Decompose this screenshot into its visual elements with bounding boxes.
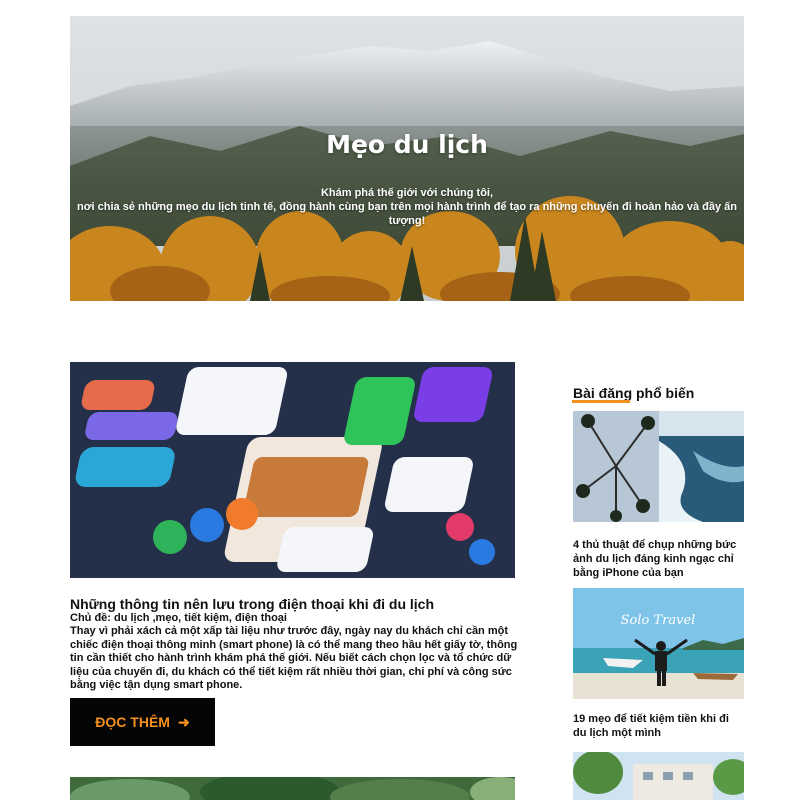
hero-banner: Mẹo du lịch Khám phá thế giới với chúng … [70,16,744,301]
hero-subtitle-line-1: Khám phá thế giới với chúng tôi, [320,187,494,199]
popular-post-1-title[interactable]: 4 thủ thuật để chụp những bức ảnh du lịc… [573,538,744,580]
sidebar-heading: Bài đăng phổ biến [573,385,695,401]
sidebar-heading-underline [572,400,630,403]
arrow-right-icon: ➜ [177,713,190,730]
read-more-button[interactable]: ĐỌC THÊM ➜ [70,698,215,746]
page-title: Mẹo du lịch [326,130,488,159]
popular-post-3-image[interactable] [573,752,744,800]
hero-subtitle-line-2: nơi chia sẻ những mẹo du lịch tinh tế, đ… [77,201,737,227]
post-title[interactable]: Những thông tin nên lưu trong điện thoại… [70,596,515,612]
solo-travel-caption: Solo Travel [621,613,696,628]
post-excerpt: Thay vì phải xách cả một xấp tài liệu nh… [70,625,518,691]
post-featured-image[interactable] [70,362,515,578]
popular-post-2-title[interactable]: 19 mẹo để tiết kiệm tiền khi đi du lịch … [573,712,744,740]
post-topics: Chủ đề: du lịch ,mẹo, tiết kiệm, điện th… [70,612,287,624]
popular-post-1-image[interactable] [573,411,744,522]
hero-subtitle: Khám phá thế giới với chúng tôi, nơi chi… [70,186,744,228]
second-post-image[interactable] [70,777,515,800]
popular-post-2-image[interactable]: Solo Travel [573,588,744,699]
read-more-label: ĐỌC THÊM [95,714,170,730]
